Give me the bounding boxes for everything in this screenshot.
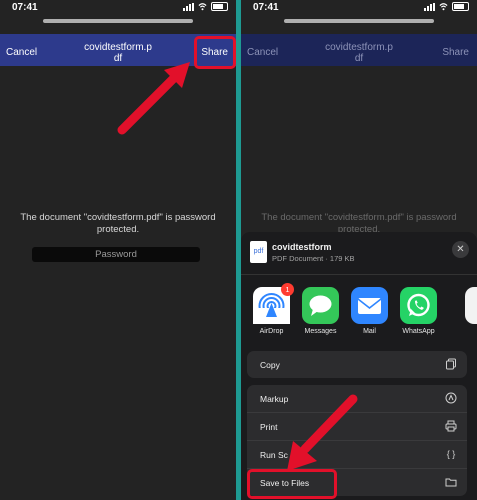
document-title: covidtestform.p df: [301, 42, 417, 64]
battery-icon: [211, 2, 228, 11]
nav-bar: Cancel covidtestform.p df Share: [241, 34, 477, 66]
right-phone-screen: 07:41 Cancel covidtestform.p df Share The…: [241, 0, 477, 500]
title-line-1: covidtestform.p: [84, 42, 152, 53]
status-icons: [183, 2, 228, 11]
red-arrow-icon: [117, 62, 190, 135]
airdrop-icon: 1: [253, 283, 294, 324]
app-airdrop[interactable]: 1 AirDrop: [248, 283, 295, 335]
print-icon: [445, 420, 457, 432]
app-more[interactable]: [465, 287, 477, 324]
wifi-icon: [198, 3, 207, 11]
notification-badge: 1: [281, 283, 294, 296]
markup-icon: [445, 392, 457, 404]
pdf-file-icon: pdf: [250, 241, 267, 263]
mail-icon: [351, 287, 388, 324]
app-whatsapp[interactable]: WhatsApp: [395, 287, 442, 335]
cancel-button[interactable]: Cancel: [6, 47, 37, 58]
signal-icon: [183, 2, 194, 11]
cancel-button[interactable]: Cancel: [247, 47, 278, 58]
status-bar: 07:41: [0, 0, 236, 16]
app-label: Messages: [304, 328, 337, 335]
red-arrow-icon: [287, 394, 358, 471]
password-protected-message: The document "covidtestform.pdf" is pass…: [20, 212, 216, 235]
close-icon[interactable]: ✕: [452, 241, 469, 258]
action-label: Copy: [260, 360, 280, 370]
share-sheet-header: pdf covidtestform PDF Document · 179 KB …: [241, 232, 477, 274]
title-line-2: df: [354, 53, 364, 64]
app-label: Mail: [363, 328, 376, 335]
app-messages[interactable]: Messages: [297, 287, 344, 335]
copy-icon: [445, 358, 457, 370]
action-group-copy: Copy: [247, 351, 467, 378]
app-label: AirDrop: [259, 328, 284, 335]
folder-icon: [445, 476, 457, 488]
messages-icon: [302, 287, 339, 324]
status-time: 07:41: [12, 2, 38, 13]
status-time: 07:41: [253, 2, 279, 13]
file-meta: PDF Document · 179 KB: [272, 254, 355, 263]
share-button[interactable]: Share: [442, 47, 469, 58]
app-mail[interactable]: Mail: [346, 287, 393, 335]
more-apps-icon: [465, 287, 477, 324]
password-field[interactable]: Password: [32, 247, 200, 262]
url-bar-remnant: [284, 19, 434, 23]
signal-icon: [424, 2, 435, 11]
status-icons: [424, 2, 469, 11]
whatsapp-icon: [400, 287, 437, 324]
divider: [241, 274, 477, 275]
battery-icon: [452, 2, 469, 11]
action-copy[interactable]: Copy: [247, 351, 467, 378]
title-line-1: covidtestform.p: [325, 42, 393, 53]
app-label: WhatsApp: [402, 328, 435, 335]
wifi-icon: [439, 3, 448, 11]
file-name: covidtestform: [272, 242, 332, 252]
left-phone-screen: 07:41 Cancel covidtestform.p df Share The…: [0, 0, 236, 500]
action-label: Print: [260, 422, 278, 432]
url-bar-remnant: [43, 19, 193, 23]
status-bar: 07:41: [241, 0, 477, 16]
braces-icon: { }: [446, 449, 456, 459]
app-row: 1 AirDrop Messages Mail WhatsApp: [248, 283, 477, 342]
